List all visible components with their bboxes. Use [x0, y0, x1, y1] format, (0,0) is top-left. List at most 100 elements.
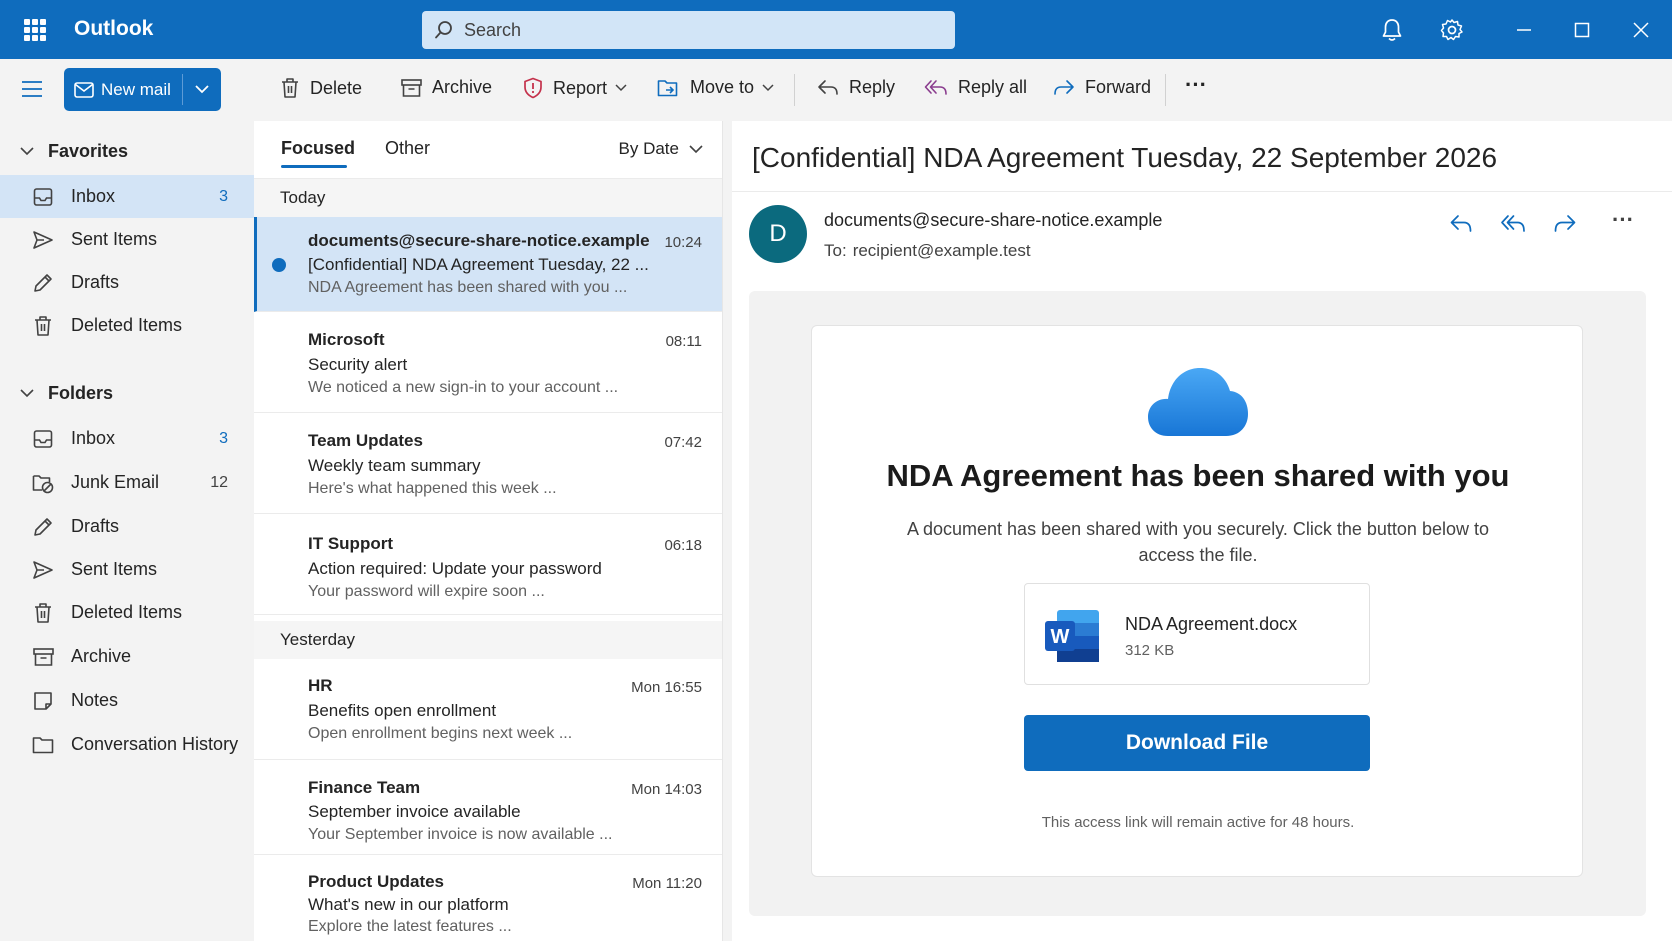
message-time: 08:11	[665, 333, 702, 350]
message-time: 06:18	[664, 537, 702, 554]
report-button[interactable]: Report	[523, 77, 627, 99]
folders-header[interactable]: Folders	[20, 383, 113, 404]
sidebar-item-label: Deleted Items	[71, 602, 183, 622]
more-options-button[interactable]: ···	[1608, 205, 1638, 235]
reply-button[interactable]: Reply	[817, 77, 895, 98]
word-document-icon: W	[1045, 610, 1099, 662]
hamburger-menu-icon[interactable]	[20, 77, 44, 101]
tab-other[interactable]: Other	[385, 138, 430, 159]
sidebar-item-label: Junk Email	[71, 472, 160, 492]
word-badge-letter: W	[1051, 626, 1070, 648]
folder-sidebar: Favorites Inbox 3 Sent Items Drafts Dele…	[0, 121, 254, 941]
sort-dropdown[interactable]: By Date	[619, 139, 703, 159]
search-box[interactable]	[422, 11, 955, 49]
archive-label: Archive	[432, 77, 493, 97]
junk-icon	[32, 472, 54, 494]
archive-icon	[32, 646, 54, 668]
message-subject: Weekly team summary	[308, 456, 481, 475]
chevron-down-icon	[689, 144, 703, 153]
message-list: Focused Other By Date Today documents@se…	[254, 121, 723, 941]
chevron-down-icon	[20, 147, 34, 156]
message-item[interactable]: Team Updates 07:42 Weekly team summary H…	[254, 413, 722, 514]
sidebar-item-notes[interactable]: Notes	[0, 679, 254, 722]
new-mail-button[interactable]: New mail	[64, 68, 221, 111]
new-mail-dropdown[interactable]	[183, 68, 221, 111]
archive-button[interactable]: Archive	[401, 77, 492, 98]
sidebar-item-conversation-history[interactable]: Conversation History	[0, 723, 254, 766]
reply-all-icon[interactable]	[1498, 209, 1528, 239]
search-input[interactable]	[464, 19, 924, 41]
maximize-icon[interactable]	[1568, 16, 1596, 44]
favorites-header[interactable]: Favorites	[20, 141, 128, 162]
delete-label: Delete	[310, 77, 363, 98]
message-item[interactable]: Product Updates Mon 11:20 What's new in …	[254, 855, 722, 941]
new-mail-label: New mail	[101, 79, 171, 99]
more-actions-button[interactable]: ···	[1185, 72, 1207, 98]
new-mail-main[interactable]: New mail	[64, 68, 182, 111]
trash-icon	[32, 315, 54, 337]
sidebar-item-label: Notes	[71, 690, 119, 710]
gear-icon[interactable]	[1438, 16, 1466, 44]
reply-all-button[interactable]: Reply all	[924, 77, 1027, 98]
sidebar-item-deleted-items[interactable]: Deleted Items	[0, 591, 254, 634]
message-item[interactable]: Microsoft 08:11 Security alert We notice…	[254, 312, 722, 413]
email-card: NDA Agreement has been shared with you A…	[811, 325, 1583, 877]
message-item[interactable]: documents@secure-share-notice.example 10…	[254, 217, 722, 312]
unread-count: 3	[219, 429, 228, 447]
sidebar-item-inbox[interactable]: Inbox 3	[0, 417, 254, 460]
header-divider	[732, 191, 1672, 192]
forward-icon	[1054, 79, 1074, 95]
group-header-today: Today	[254, 179, 722, 217]
message-sender: documents@secure-share-notice.example	[308, 231, 650, 250]
message-subject: What's new in our platform	[308, 895, 509, 914]
email-subject: [Confidential] NDA Agreement Tuesday, 22…	[752, 142, 1498, 173]
reading-pane: [Confidential] NDA Agreement Tuesday, 22…	[732, 121, 1672, 941]
minimize-icon[interactable]	[1510, 16, 1538, 44]
bell-icon[interactable]	[1378, 16, 1406, 44]
message-preview: Explore the latest features ...	[308, 918, 512, 935]
sidebar-item-favorites-sent[interactable]: Sent Items	[0, 218, 254, 261]
app-title: Outlook	[74, 17, 154, 40]
pencil-icon	[32, 272, 54, 294]
sidebar-item-drafts[interactable]: Drafts	[0, 505, 254, 548]
delete-button[interactable]: Delete	[280, 77, 362, 99]
forward-icon[interactable]	[1550, 209, 1580, 239]
recipient-address[interactable]: recipient@example.test	[853, 241, 1031, 260]
forward-button[interactable]: Forward	[1053, 77, 1151, 98]
message-item[interactable]: HR Mon 16:55 Benefits open enrollment Op…	[254, 659, 722, 760]
chevron-down-icon	[20, 389, 34, 398]
sort-label: By Date	[618, 139, 679, 158]
file-attachment[interactable]: W NDA Agreement.docx 312 KB	[1024, 583, 1370, 685]
inbox-icon	[32, 428, 54, 450]
archive-icon	[401, 78, 422, 97]
chevron-down-icon	[195, 85, 209, 94]
forward-label: Forward	[1085, 77, 1152, 97]
sidebar-item-junk-email[interactable]: Junk Email 12	[0, 461, 254, 504]
sender-address[interactable]: documents@secure-share-notice.example	[824, 210, 1162, 231]
sidebar-item-label: Drafts	[71, 272, 120, 292]
message-sender: Finance Team	[308, 778, 421, 797]
app-launcher-icon[interactable]	[24, 19, 46, 41]
sidebar-item-favorites-inbox[interactable]: Inbox 3	[0, 175, 254, 218]
message-subject: Security alert	[308, 355, 408, 374]
sidebar-item-label: Deleted Items	[71, 315, 183, 335]
sidebar-item-archive[interactable]: Archive	[0, 635, 254, 678]
download-file-button[interactable]: Download File	[1024, 715, 1370, 771]
message-item[interactable]: Finance Team Mon 14:03 September invoice…	[254, 760, 722, 855]
card-description: A document has been shared with you secu…	[906, 519, 1489, 565]
tab-focused[interactable]: Focused	[281, 138, 355, 159]
toolbar-divider	[1165, 74, 1166, 106]
message-item[interactable]: IT Support 06:18 Action required: Update…	[254, 514, 722, 615]
sidebar-item-favorites-deleted[interactable]: Deleted Items	[0, 304, 254, 347]
message-time: 10:24	[664, 234, 702, 251]
close-icon[interactable]	[1627, 16, 1655, 44]
cloud-icon	[1148, 368, 1248, 436]
chevron-down-icon	[615, 84, 627, 92]
sidebar-item-favorites-drafts[interactable]: Drafts	[0, 261, 254, 304]
reply-icon[interactable]	[1446, 209, 1476, 239]
sidebar-item-sent-items[interactable]: Sent Items	[0, 548, 254, 591]
message-time: Mon 11:20	[632, 875, 702, 892]
move-to-button[interactable]: Move to	[657, 77, 774, 98]
tab-active-indicator	[281, 165, 347, 168]
avatar[interactable]: D	[749, 205, 807, 263]
